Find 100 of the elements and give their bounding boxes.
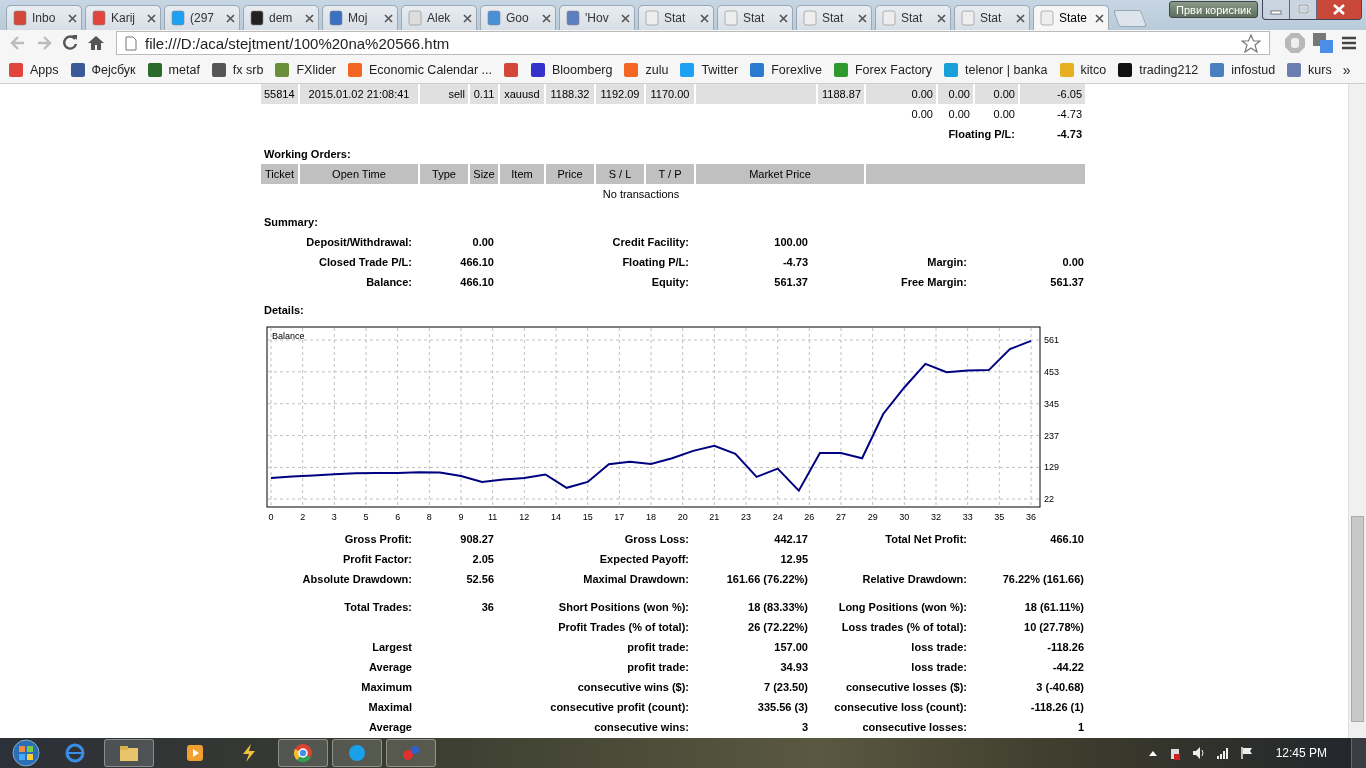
browser-tab[interactable]: Stat — [717, 5, 793, 30]
close-icon[interactable] — [1016, 13, 1025, 23]
stat-label: Gross Profit: — [343, 533, 413, 545]
flag-icon[interactable] — [1239, 746, 1254, 760]
bookmark[interactable]: FXlider — [274, 61, 336, 78]
browser-tab[interactable]: Stat — [875, 5, 951, 30]
browser-tab[interactable]: Karij — [85, 5, 161, 30]
stat-label: Maximal Drawdown: — [582, 573, 690, 585]
browser-tab[interactable]: Stat — [638, 5, 714, 30]
stat-label: consecutive wins ($): — [576, 681, 690, 693]
browser-tab[interactable]: 'Hov — [559, 5, 635, 30]
stat-label: Gross Loss: — [623, 533, 690, 545]
page-icon — [125, 35, 137, 51]
site-icon — [91, 10, 107, 26]
bookmark[interactable]: metaf — [146, 61, 200, 78]
close-icon[interactable] — [226, 13, 235, 23]
browser-tab[interactable]: dem — [243, 5, 319, 30]
browser-tab[interactable]: Inbo — [6, 5, 82, 30]
bookmark[interactable]: Twitter — [679, 61, 739, 78]
table-cell: 0.00 — [938, 104, 975, 124]
close-icon[interactable] — [700, 13, 709, 23]
stat-label: loss trade: — [910, 641, 968, 653]
stat-label: Short Positions (won %): — [557, 601, 690, 613]
column-header: Size — [470, 164, 500, 184]
scrollbar-thumb[interactable] — [1351, 516, 1364, 722]
more-bookmarks-button[interactable]: » — [1342, 61, 1351, 78]
chrome-icon — [293, 743, 313, 763]
column-header: Item — [500, 164, 546, 184]
bookmark[interactable]: Forex Factory — [832, 61, 933, 78]
stat-label: Total Trades: — [343, 601, 413, 613]
bookmark[interactable]: telenor | banka — [943, 61, 1048, 78]
site-icon — [943, 61, 960, 78]
bookmark[interactable]: Bloomberg — [530, 61, 613, 78]
chart-title: Balance — [272, 331, 305, 341]
home-icon[interactable] — [86, 33, 106, 53]
site-icon — [530, 61, 546, 78]
close-icon[interactable] — [463, 13, 472, 23]
close-icon[interactable] — [1095, 13, 1104, 23]
profile-button[interactable]: Први корисник — [1169, 1, 1258, 18]
browser-tab[interactable]: Stat — [796, 5, 872, 30]
bookmark[interactable]: Фејсбук — [69, 61, 136, 78]
bookmark[interactable]: fx srb — [210, 61, 264, 78]
bookmark[interactable]: Apps — [8, 61, 59, 78]
browser-tab[interactable]: Goo — [480, 5, 556, 30]
scrollbar[interactable] — [1348, 84, 1366, 738]
signal-icon[interactable] — [1215, 747, 1230, 759]
section-title: Working Orders: — [263, 147, 352, 162]
translate-icon[interactable] — [1312, 32, 1334, 54]
site-icon — [1209, 61, 1226, 78]
stat-label: Free Margin: — [900, 276, 968, 288]
table-cell: 0.00 — [938, 84, 975, 104]
reload-icon[interactable] — [60, 33, 80, 53]
close-icon[interactable] — [937, 13, 946, 23]
close-icon[interactable] — [542, 13, 551, 23]
bookmark[interactable]: kurs — [1286, 61, 1332, 78]
site-icon — [486, 10, 502, 26]
stat-label: Absolute Drawdown: — [301, 573, 413, 585]
close-icon[interactable] — [384, 13, 393, 23]
empty-message: No transactions — [601, 187, 681, 202]
close-icon[interactable] — [621, 13, 630, 23]
stat-label: Largest — [371, 641, 413, 653]
volume-icon[interactable] — [1191, 746, 1206, 760]
stat-label: profit trade: — [626, 661, 690, 673]
stat-value: 466.10 — [1049, 533, 1085, 545]
stat-value: 2.05 — [471, 553, 495, 565]
taskbar-app-button[interactable] — [104, 739, 154, 767]
stat-value: -44.22 — [1051, 661, 1085, 673]
bookmark-icon-button[interactable] — [503, 61, 519, 78]
bookmark[interactable]: trading212 — [1117, 61, 1199, 78]
browser-tab[interactable]: Alek — [401, 5, 477, 30]
bookmark[interactable]: kitco — [1058, 61, 1107, 78]
bookmark[interactable]: infostud — [1209, 61, 1276, 78]
x-tick-label: 9 — [458, 512, 464, 522]
stat-value: 1 — [1076, 721, 1085, 733]
close-icon[interactable] — [779, 13, 788, 23]
close-icon[interactable] — [1317, 0, 1361, 19]
browser-tab[interactable]: State — [1033, 5, 1109, 30]
close-icon[interactable] — [68, 13, 77, 23]
stat-value: 26 (72.22%) — [747, 621, 809, 633]
star-icon[interactable] — [1241, 33, 1261, 53]
clock[interactable]: 12:45 PM — [1275, 746, 1327, 760]
bookmark[interactable]: Economic Calendar ... — [347, 61, 492, 78]
browser-tab[interactable]: (297 — [164, 5, 240, 30]
stat-value: -118.26 — [1046, 641, 1085, 653]
taskbar-app-button[interactable] — [278, 739, 328, 767]
bookmark[interactable]: zulu — [623, 61, 669, 78]
address-bar[interactable]: file:///D:/aca/stejtment/100%20na%20566.htm — [116, 31, 1270, 55]
y-tick-label: 22 — [1044, 494, 1054, 504]
close-icon[interactable] — [858, 13, 867, 23]
stat-label: profit trade: — [626, 641, 690, 653]
column-header: Open Time — [300, 164, 420, 184]
stat-value: 3 (-40.68) — [1035, 681, 1085, 693]
close-icon[interactable] — [147, 13, 156, 23]
stat-label: Profit Trades (% of total): — [557, 621, 690, 633]
browser-tab[interactable]: Moj — [322, 5, 398, 30]
bookmark[interactable]: Forexlive — [749, 61, 822, 78]
close-icon[interactable] — [305, 13, 314, 23]
menu-icon[interactable] — [1340, 35, 1358, 51]
browser-tab[interactable]: Stat — [954, 5, 1030, 30]
show-hidden-icons-icon[interactable] — [1147, 749, 1158, 757]
